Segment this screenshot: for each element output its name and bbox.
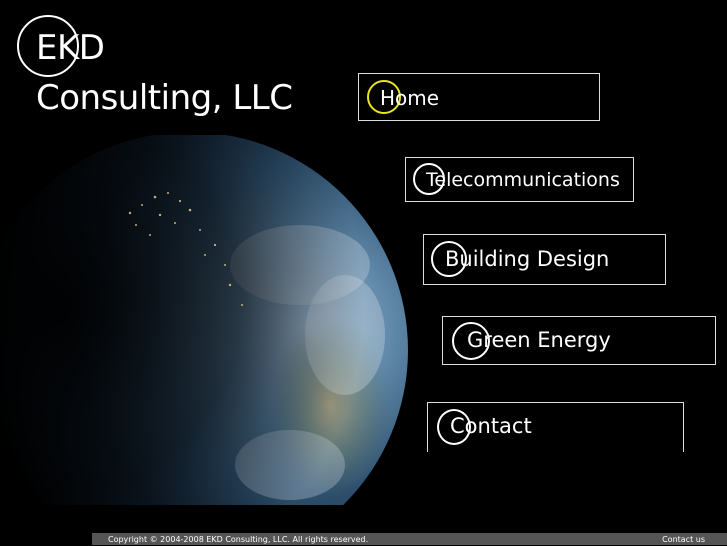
footer-bar: Copyright © 2004-2008 EKD Consulting, LL…	[92, 533, 727, 545]
footer-copyright: Copyright © 2004-2008 EKD Consulting, LL…	[108, 535, 369, 544]
earth-image	[0, 135, 430, 505]
earth-globe-icon	[0, 135, 408, 505]
nav-contact-button[interactable]: Contact	[427, 402, 684, 452]
nav-label-telecommunications: Telecommunications	[426, 169, 620, 191]
nav-label-home: Home	[380, 86, 440, 110]
footer-contact-link[interactable]: Contact us	[662, 534, 705, 546]
nav-label-building-design: Building Design	[445, 247, 610, 271]
logo-text-line2: Consulting, LLC	[36, 78, 293, 118]
logo-text-line1: EKD	[36, 28, 105, 68]
nav-label-contact: Contact	[450, 414, 532, 438]
nav-green-energy-button[interactable]: Green Energy	[442, 316, 716, 365]
nav-home-button[interactable]: Home	[358, 73, 600, 121]
nav-telecommunications-button[interactable]: Telecommunications	[405, 157, 634, 202]
nav-label-green-energy: Green Energy	[467, 328, 611, 352]
nav-building-design-button[interactable]: Building Design	[423, 234, 666, 285]
